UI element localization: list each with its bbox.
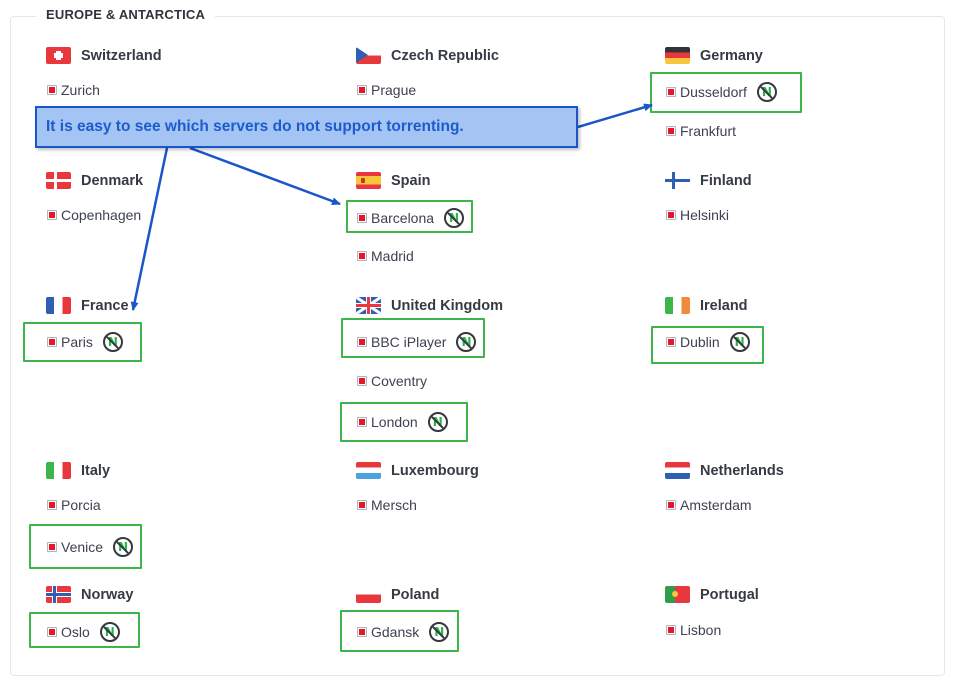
arrow-to-barcelona	[189, 146, 341, 206]
arrow-to-dusseldorf	[577, 103, 653, 129]
annotation-arrows	[130, 103, 653, 311]
annotation-callout: It is easy to see which servers do not s…	[35, 106, 578, 148]
arrow-to-paris	[130, 147, 169, 311]
